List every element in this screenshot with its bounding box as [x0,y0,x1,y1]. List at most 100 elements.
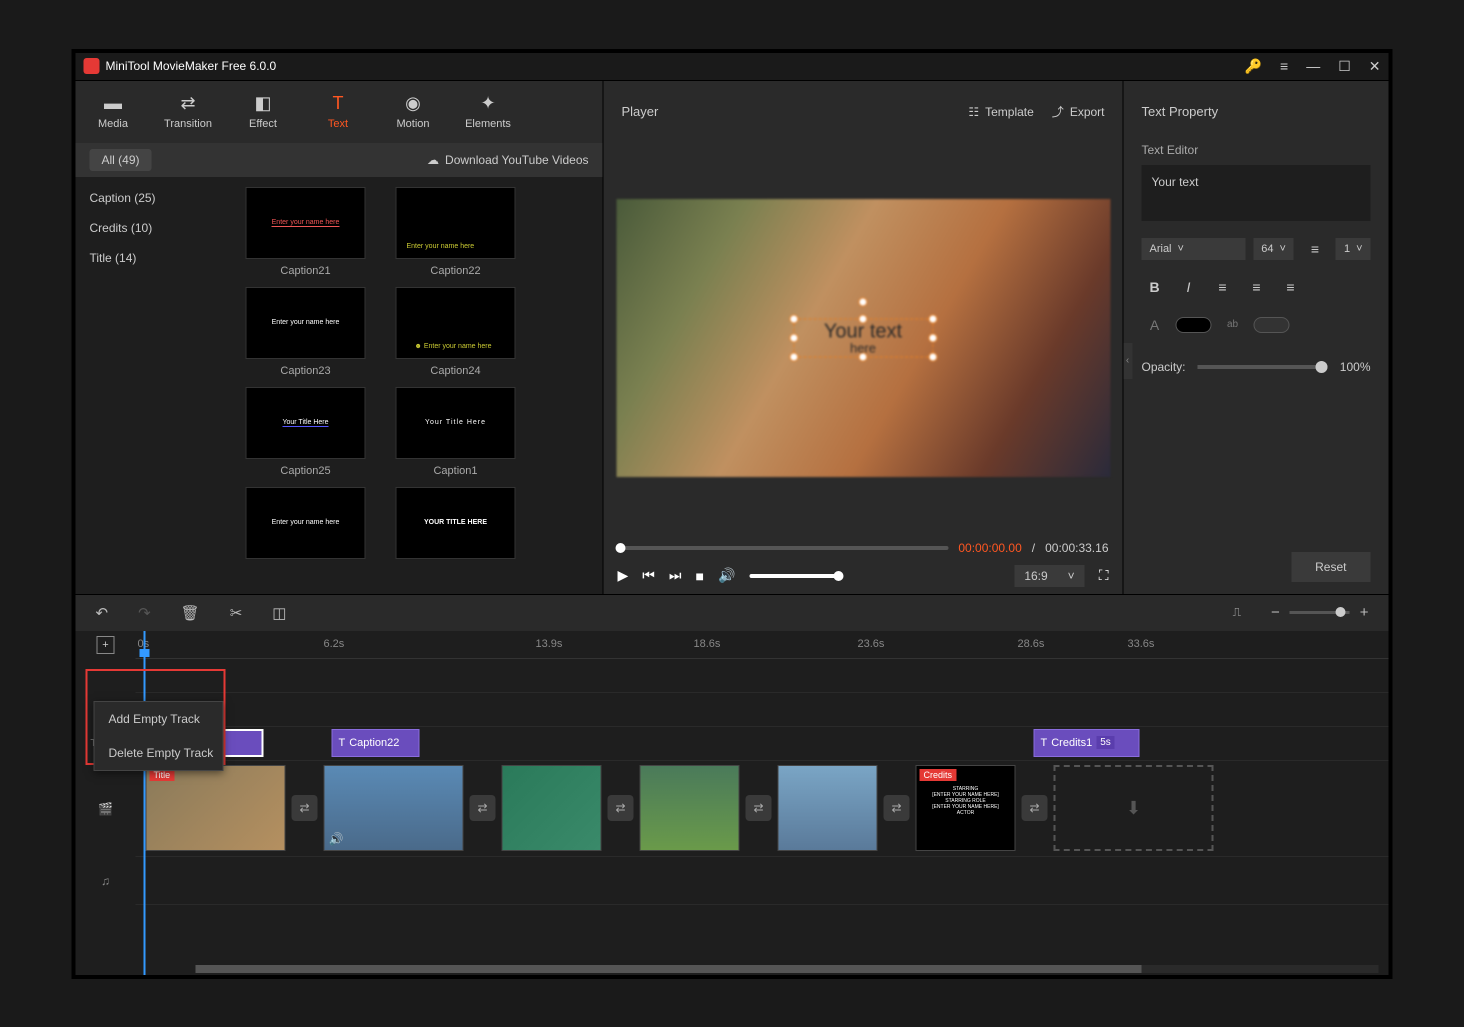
transition-slot[interactable]: ⇄ [1022,795,1048,821]
video-clip[interactable]: 🔊 [324,765,464,851]
timeline-ruler[interactable]: 0s 6.2s 13.9s 18.6s 23.6s 28.6s 33.6s [136,631,1389,659]
bold-button[interactable]: B [1142,274,1168,300]
tab-text[interactable]: TText [301,81,376,143]
font-select[interactable]: Arial˅ [1142,238,1246,260]
reset-button[interactable]: Reset [1291,552,1370,582]
context-menu-item-delete[interactable]: Delete Empty Track [95,736,223,770]
key-icon[interactable]: 🔑 [1245,58,1262,75]
thumbnail-item[interactable]: Your Title HereCaption1 [386,387,526,477]
play-button[interactable]: ▶ [618,567,629,584]
player-title: Player [622,104,951,119]
thumbnail-grid[interactable]: Enter your name hereCaption21 Enter your… [226,177,603,594]
collapse-panel-button[interactable]: ‹ [1124,343,1133,379]
tab-transition[interactable]: ⇄Transition [151,81,226,143]
category-all[interactable]: All (49) [90,149,152,171]
menu-icon[interactable]: ≡ [1280,58,1288,74]
fullscreen-button[interactable]: ⛶ [1099,567,1109,584]
zoom-out-button[interactable]: − [1271,604,1280,621]
add-track-button[interactable]: + [97,636,115,654]
minimize-button[interactable]: — [1306,58,1320,74]
tab-media[interactable]: ▬Media [76,81,151,143]
prev-frame-button[interactable]: ⏮ [642,567,655,584]
tab-motion[interactable]: ◉Motion [376,81,451,143]
export-button[interactable]: ⤴Export [1052,103,1105,120]
next-frame-button[interactable]: ⏭ [669,567,682,584]
resize-handle[interactable] [789,315,798,324]
thumbnail-item[interactable]: Enter your name hereCaption22 [386,187,526,277]
side-cat-title[interactable]: Title (14) [76,243,226,273]
text-overlay[interactable]: Your text here [793,319,933,358]
thumbnail-item[interactable]: YOUR TITLE HERE [386,487,526,565]
video-clip[interactable]: CreditsSTARRING[ENTER YOUR NAME HERE]STA… [916,765,1016,851]
thumbnail-item[interactable]: Enter your name hereCaption23 [236,287,376,377]
text-track[interactable]: TTitle10.2s TCaption22 TCredits15s [136,727,1389,761]
export-icon: ⤴ [1052,103,1064,120]
stop-button[interactable]: ■ [696,568,704,584]
playhead[interactable] [144,631,146,975]
download-youtube-link[interactable]: ☁Download YouTube Videos [427,153,588,167]
drop-zone[interactable]: ⬇ [1054,765,1214,851]
audio-track[interactable] [136,857,1389,905]
tab-effect[interactable]: ◧Effect [226,81,301,143]
maximize-button[interactable]: ☐ [1338,58,1351,75]
opacity-value: 100% [1340,360,1371,374]
template-button[interactable]: ☷Template [968,105,1033,119]
elements-icon: ✦ [480,93,495,114]
context-menu-item-add[interactable]: Add Empty Track [95,702,223,736]
transition-slot[interactable]: ⇄ [470,795,496,821]
aspect-ratio-select[interactable]: 16:9˅ [1014,565,1084,587]
snap-icon[interactable]: ⎍ [1233,605,1241,620]
highlight-color-swatch[interactable] [1254,317,1290,333]
time-separator: / [1032,541,1035,555]
thumbnail-item[interactable]: Enter your name here [236,487,376,565]
delete-button[interactable]: 🗑 [181,604,200,622]
transition-slot[interactable]: ⇄ [292,795,318,821]
font-size-select[interactable]: 64˅ [1253,238,1294,260]
italic-button[interactable]: I [1176,274,1202,300]
video-clip[interactable]: Title [146,765,286,851]
rotate-handle[interactable] [858,298,867,307]
line-spacing-select[interactable]: 1˅ [1336,238,1371,260]
align-right-button[interactable]: ≡ [1278,274,1304,300]
transition-slot[interactable]: ⇄ [608,795,634,821]
tab-elements[interactable]: ✦Elements [451,81,526,143]
video-clip[interactable] [778,765,878,851]
resize-handle[interactable] [858,353,867,362]
side-cat-credits[interactable]: Credits (10) [76,213,226,243]
resize-handle[interactable] [789,333,798,342]
zoom-slider[interactable] [1290,611,1350,614]
thumbnail-item[interactable]: Enter your name hereCaption21 [236,187,376,277]
resize-handle[interactable] [928,333,937,342]
split-button[interactable]: ✂ [230,604,243,622]
seek-slider[interactable] [618,546,949,550]
thumbnail-item[interactable]: ☻ Enter your name hereCaption24 [386,287,526,377]
crop-button[interactable]: ◫ [272,604,286,622]
transition-slot[interactable]: ⇄ [746,795,772,821]
video-track[interactable]: Title ⇄ 🔊 ⇄ ⇄ ⇄ ⇄ CreditsSTARRING[ENTER … [136,761,1389,857]
align-center-button[interactable]: ≡ [1244,274,1270,300]
thumbnail-item[interactable]: Your Title HereCaption25 [236,387,376,477]
zoom-in-button[interactable]: + [1360,604,1369,621]
volume-slider[interactable] [749,574,839,578]
preview-canvas[interactable]: Your text here [616,199,1110,477]
redo-button[interactable]: ↷ [138,604,151,622]
text-clip[interactable]: TCaption22 [332,729,420,757]
side-cat-caption[interactable]: Caption (25) [76,183,226,213]
text-editor-input[interactable]: Your text [1142,165,1371,221]
undo-button[interactable]: ↶ [96,604,109,622]
video-clip[interactable] [502,765,602,851]
timeline-tracks[interactable]: 0s 6.2s 13.9s 18.6s 23.6s 28.6s 33.6s TT… [136,631,1389,975]
opacity-slider[interactable] [1198,365,1328,369]
align-left-button[interactable]: ≡ [1210,274,1236,300]
text-color-swatch[interactable] [1176,317,1212,333]
resize-handle[interactable] [789,353,798,362]
transition-slot[interactable]: ⇄ [884,795,910,821]
folder-icon: ▬ [104,93,122,114]
volume-icon[interactable]: 🔊 [718,567,735,584]
close-button[interactable]: ✕ [1369,58,1381,75]
horizontal-scrollbar[interactable] [196,965,1379,973]
text-clip[interactable]: TCredits15s [1034,729,1140,757]
resize-handle[interactable] [928,353,937,362]
video-clip[interactable] [640,765,740,851]
resize-handle[interactable] [928,315,937,324]
